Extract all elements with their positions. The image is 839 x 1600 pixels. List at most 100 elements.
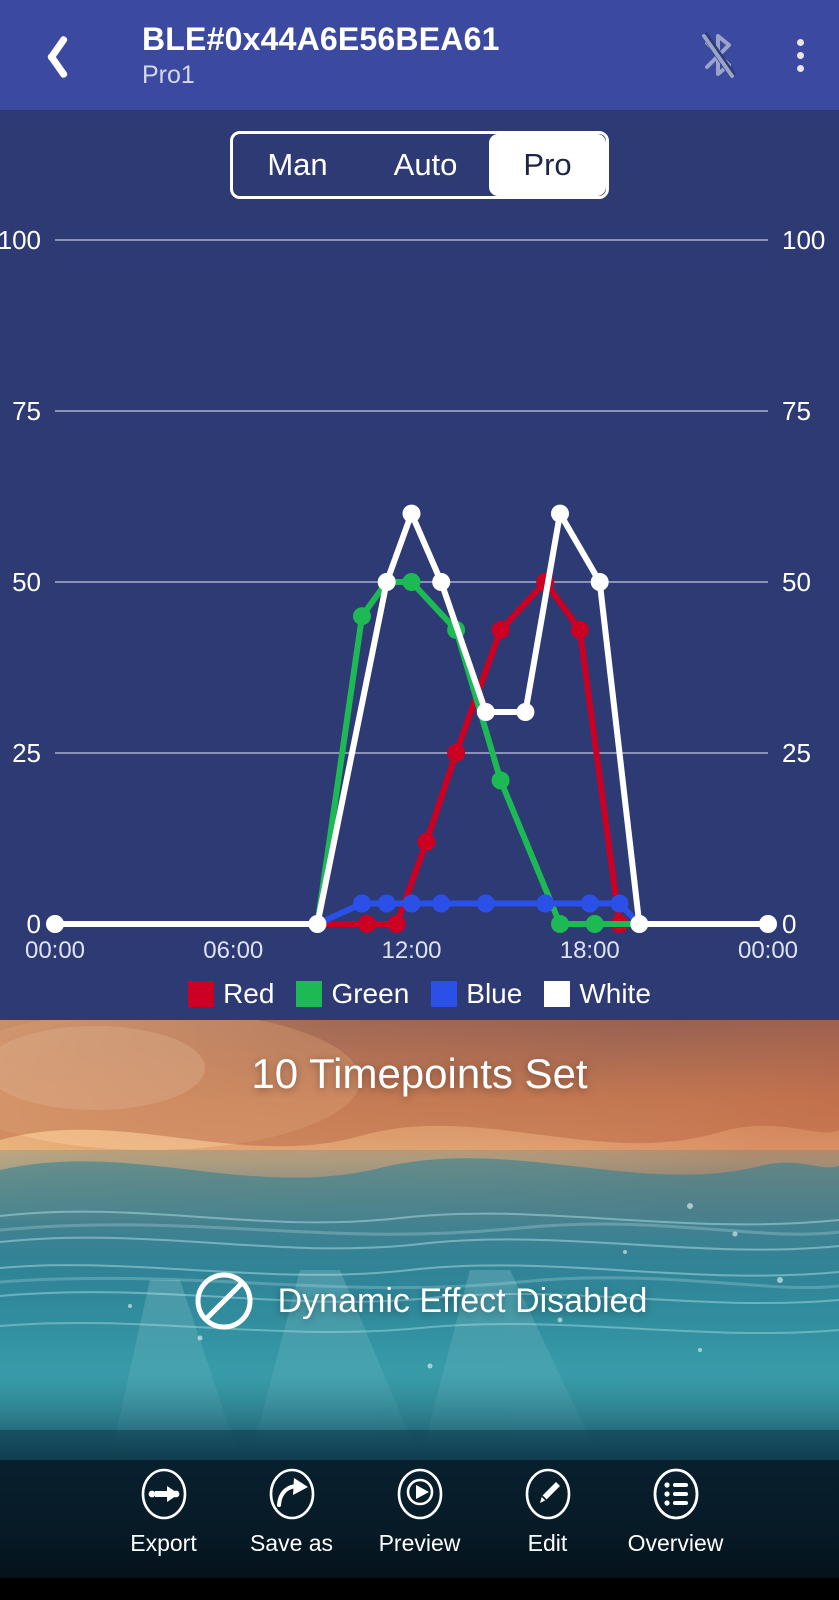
chart-point-green[interactable] <box>491 771 510 790</box>
nav-item-overview[interactable]: Overview <box>612 1466 740 1557</box>
chart-point-white[interactable] <box>590 573 609 591</box>
chart-point-green[interactable] <box>353 607 371 626</box>
page-title: BLE#0x44A6E56BEA61 <box>142 21 500 57</box>
svg-text:100: 100 <box>782 225 825 255</box>
legend-swatch-green <box>296 981 323 1007</box>
legend-item-blue[interactable]: Blue <box>431 978 522 1010</box>
svg-text:06:00: 06:00 <box>203 937 263 964</box>
chart-point-white[interactable] <box>759 915 777 933</box>
chart-series-blue <box>46 894 777 933</box>
svg-text:0: 0 <box>27 909 41 939</box>
nav-label-edit: Edit <box>527 1530 568 1556</box>
tab-man[interactable]: Man <box>233 134 362 196</box>
chart-point-blue[interactable] <box>432 894 451 913</box>
svg-text:50: 50 <box>782 567 811 597</box>
svg-text:50: 50 <box>12 567 41 597</box>
svg-text:12:00: 12:00 <box>381 937 441 964</box>
chart-point-blue[interactable] <box>402 894 421 913</box>
nav-item-export[interactable]: Export <box>100 1466 228 1557</box>
nav-item-preview[interactable]: Preview <box>356 1466 484 1557</box>
mode-tabs: Man Auto Pro <box>230 131 609 199</box>
chart-point-red[interactable] <box>387 915 406 933</box>
chart-point-blue[interactable] <box>610 894 629 913</box>
svg-text:00:00: 00:00 <box>25 937 85 964</box>
dynamic-effect-status: Dynamic Effect Disabled <box>0 1266 839 1336</box>
dynamic-effect-label: Dynamic Effect Disabled <box>277 1281 648 1320</box>
tab-auto[interactable]: Auto <box>359 134 492 196</box>
chart-point-white[interactable] <box>402 504 421 523</box>
chart-point-red[interactable] <box>491 620 510 639</box>
chart-point-white[interactable] <box>377 573 396 591</box>
chart-point-white[interactable] <box>476 703 495 721</box>
chart-point-blue[interactable] <box>353 894 371 913</box>
chevron-left-icon <box>35 32 61 78</box>
chart-point-blue[interactable] <box>476 894 495 913</box>
system-gesture-bar <box>0 1578 839 1600</box>
chart-point-green[interactable] <box>585 915 604 933</box>
nav-item-edit[interactable]: Edit <box>484 1466 612 1557</box>
play-icon <box>397 1468 442 1520</box>
svg-text:75: 75 <box>782 396 811 426</box>
chart-point-green[interactable] <box>551 915 569 933</box>
overflow-menu-button[interactable] <box>761 0 839 110</box>
chart-canvas: 0 25 50 75 100 0 25 50 75 100 00:00 06:00 12:00 18:… <box>0 225 825 964</box>
page-subtitle: Pro1 <box>142 61 195 89</box>
bottom-navigation: Export Save as Preview Edit Overview <box>0 1460 839 1578</box>
nav-label-overview: Overview <box>627 1530 724 1556</box>
chart-point-white[interactable] <box>630 915 649 933</box>
overflow-menu-icon-dot-1 <box>796 38 804 46</box>
svg-text:18:00: 18:00 <box>560 937 620 964</box>
nav-label-save-as: Save as <box>249 1530 334 1556</box>
chart-point-white[interactable] <box>551 504 569 523</box>
nav-item-save-as[interactable]: Save as <box>228 1466 356 1557</box>
legend-item-white[interactable]: White <box>544 978 651 1010</box>
chart-x-axis-labels: 00:00 06:00 12:00 18:00 00:00 <box>25 937 798 964</box>
legend-label-red: Red <box>223 978 275 1009</box>
chart-point-white[interactable] <box>516 703 535 721</box>
svg-text:100: 100 <box>0 225 41 255</box>
chart-point-red[interactable] <box>357 915 376 933</box>
back-button[interactable] <box>0 0 96 110</box>
chart-gridlines <box>55 239 768 754</box>
overflow-menu-icon-dot-3 <box>796 64 804 72</box>
nav-label-preview: Preview <box>378 1530 461 1556</box>
overflow-menu-icon-dot-2 <box>796 51 804 59</box>
chart-point-red[interactable] <box>447 744 466 762</box>
chart-point-blue[interactable] <box>580 894 599 913</box>
no-entry-icon <box>195 1272 253 1330</box>
chart-point-blue[interactable] <box>377 894 396 913</box>
bluetooth-disabled-glyph <box>701 32 736 78</box>
app-root: BLE#0x44A6E56BEA61 Pro1 Man Auto Pro 0 25… <box>0 0 839 1600</box>
legend-swatch-white <box>544 981 571 1007</box>
chart-point-white[interactable] <box>46 915 64 933</box>
legend-label-white: White <box>579 978 651 1009</box>
chart-point-red[interactable] <box>417 832 436 851</box>
svg-text:0: 0 <box>782 909 796 939</box>
chart-series-group <box>46 504 777 933</box>
chart-series-white <box>46 504 777 933</box>
chart-y-axis-labels-left: 0 25 50 75 100 <box>0 225 41 939</box>
svg-text:00:00: 00:00 <box>738 937 798 964</box>
mode-tabs-container: Man Auto Pro <box>0 110 839 220</box>
chart-point-blue[interactable] <box>536 894 555 913</box>
chart-point-white[interactable] <box>432 573 451 591</box>
legend-label-blue: Blue <box>466 978 523 1009</box>
legend-item-red[interactable]: Red <box>188 978 274 1010</box>
chart-legend: Red Green Blue White <box>0 968 839 1020</box>
pencil-icon <box>525 1468 570 1520</box>
share-arrow-icon <box>269 1468 314 1520</box>
legend-swatch-blue <box>431 981 458 1007</box>
schedule-chart[interactable]: 0 25 50 75 100 0 25 50 75 100 00:00 06:00 12:00 18:… <box>0 220 839 1020</box>
chart-point-red[interactable] <box>570 620 589 639</box>
legend-swatch-red <box>188 981 215 1007</box>
legend-item-green[interactable]: Green <box>296 978 409 1010</box>
timepoints-status: 10 Timepoints Set <box>251 1050 588 1097</box>
title-block: BLE#0x44A6E56BEA61 Pro1 <box>96 20 675 90</box>
tab-pro[interactable]: Pro <box>489 134 606 196</box>
chart-point-white[interactable] <box>308 915 327 933</box>
svg-text:25: 25 <box>782 738 811 768</box>
bluetooth-disabled-icon[interactable] <box>675 0 761 110</box>
chart-point-green[interactable] <box>402 573 421 591</box>
svg-text:75: 75 <box>12 396 41 426</box>
chart-y-axis-labels-right: 0 25 50 75 100 <box>782 225 825 939</box>
